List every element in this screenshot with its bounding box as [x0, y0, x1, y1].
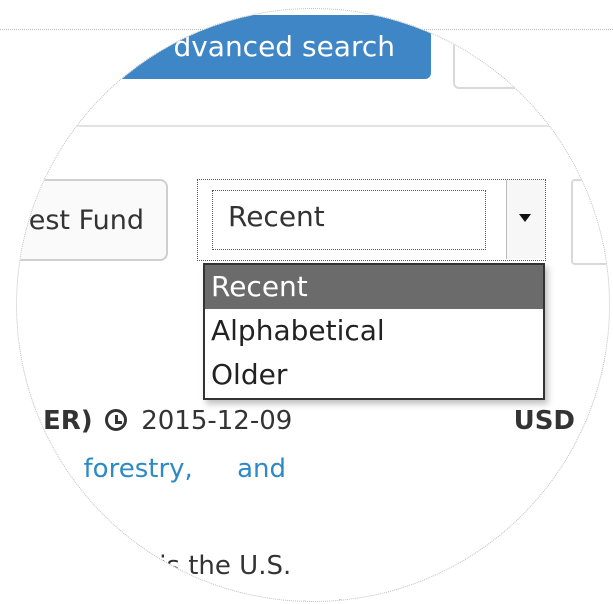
result-currency: USD [513, 406, 575, 436]
divider [17, 125, 609, 127]
chevron-down-icon [519, 214, 531, 222]
advanced-search-button[interactable]: dvanced search [17, 15, 431, 79]
tag-link[interactable]: and [237, 454, 286, 484]
fund-filter-button[interactable]: est Fund [17, 179, 168, 261]
sort-option-older[interactable]: Older [205, 353, 543, 397]
result-description: ?) is the U.S. [127, 551, 292, 581]
sort-select-toggle[interactable] [506, 180, 545, 259]
sort-select-value: Recent [228, 200, 325, 233]
advanced-search-label: dvanced search [173, 30, 395, 63]
next-filter-control[interactable] [571, 179, 609, 265]
sort-dropdown-menu: Recent Alphabetical Older [203, 263, 545, 400]
zoomed-content: dvanced search est Fund Recent Recent Al… [17, 9, 609, 601]
tag-link[interactable]: forestry, [84, 454, 193, 484]
result-tags: , forestry, and [31, 447, 591, 491]
magnifier-lens: dvanced search est Fund Recent Recent Al… [16, 8, 610, 602]
sort-select[interactable]: Recent [197, 179, 546, 261]
secondary-tab[interactable] [453, 23, 609, 89]
result-code: ER) [43, 406, 93, 436]
sort-option-recent[interactable]: Recent [205, 265, 543, 309]
tag-link[interactable]: , [31, 454, 39, 484]
clock-icon [104, 409, 127, 431]
sort-option-alphabetical[interactable]: Alphabetical [205, 309, 543, 353]
result-meta: ER) 2015-12-09 USD [43, 399, 603, 443]
fund-filter-label: est Fund [28, 205, 144, 236]
result-date: 2015-12-09 [141, 406, 293, 436]
result-description-cont: ted [301, 596, 501, 601]
